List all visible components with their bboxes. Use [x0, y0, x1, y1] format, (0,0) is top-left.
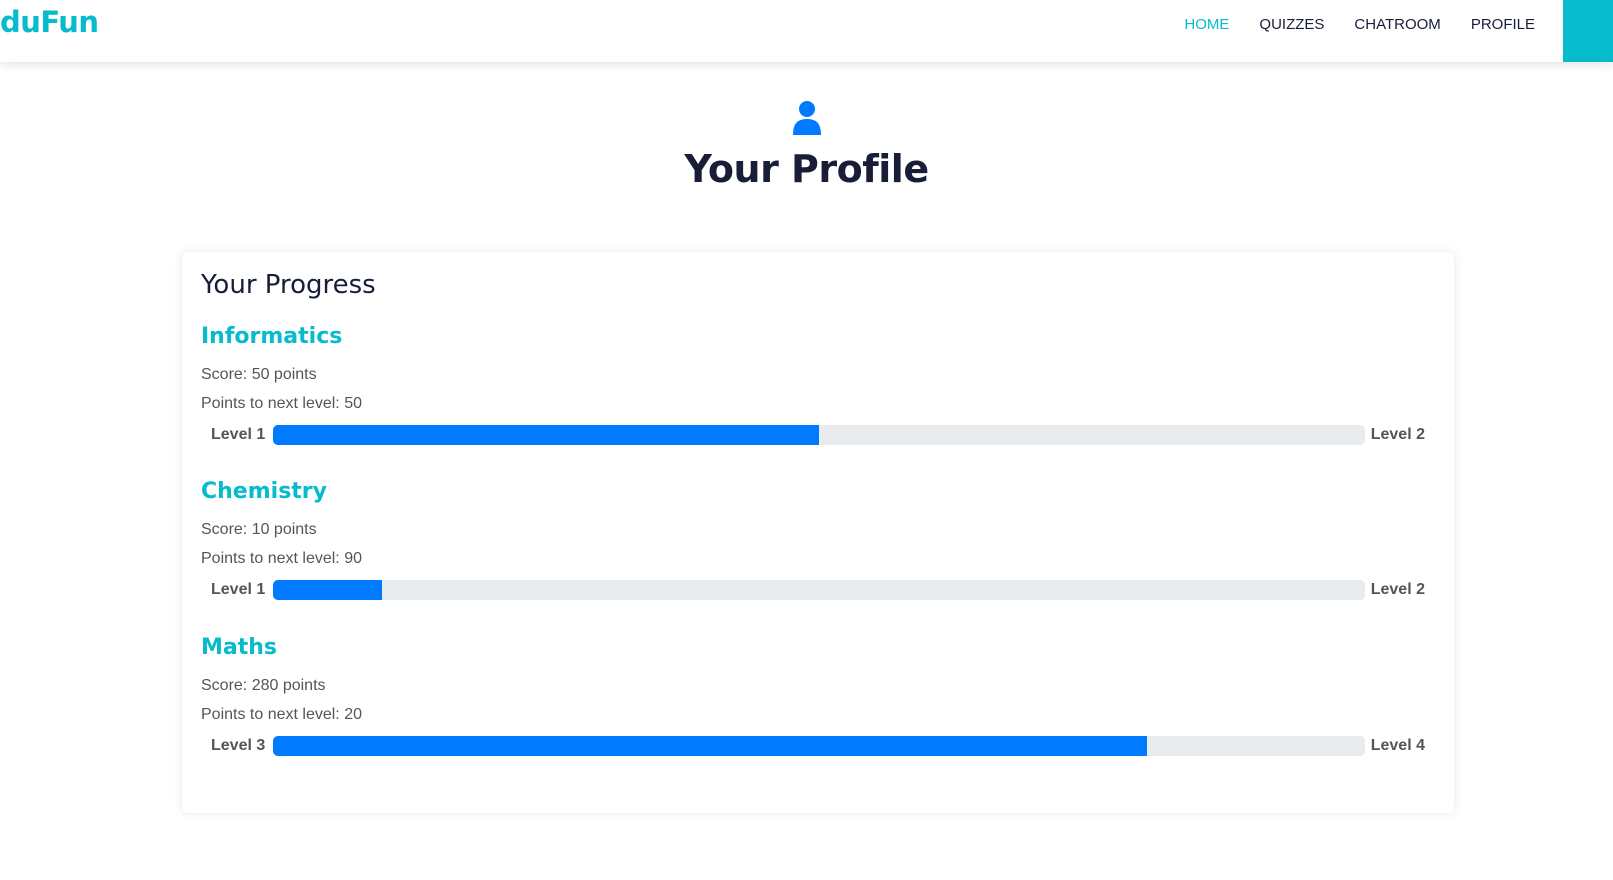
next-level-label: Level 2: [1370, 581, 1425, 598]
nav-home[interactable]: HOME: [1184, 16, 1229, 34]
progress-title: Your Progress: [201, 270, 376, 300]
nav-profile[interactable]: PROFILE: [1471, 16, 1535, 34]
current-level-label: Level 3: [211, 737, 266, 754]
user-icon: [792, 101, 821, 135]
level-progress: Level 3 Level 4: [201, 735, 1435, 759]
subject-score: Score: 280 points: [201, 677, 326, 694]
subject-score: Score: 10 points: [201, 521, 317, 538]
subject-chemistry: Chemistry Score: 10 points Points to nex…: [201, 477, 1435, 603]
nav-chatroom[interactable]: CHATROOM: [1354, 16, 1440, 34]
progress-card: Your Progress Informatics Score: 50 poin…: [182, 252, 1454, 813]
brand-logo[interactable]: duFun: [0, 5, 99, 39]
profile-header: Your Profile: [0, 100, 1613, 191]
progress-track: [273, 425, 1365, 445]
level-progress: Level 1 Level 2: [201, 579, 1435, 603]
subject-name: Maths: [201, 635, 278, 660]
current-level-label: Level 1: [211, 426, 266, 443]
subject-maths: Maths Score: 280 points Points to next l…: [201, 633, 1435, 759]
nav-quizzes[interactable]: QUIZZES: [1259, 16, 1324, 34]
next-level-label: Level 4: [1370, 737, 1425, 754]
next-level-label: Level 2: [1370, 426, 1425, 443]
top-navbar: duFun HOME QUIZZES CHATROOM PROFILE: [0, 0, 1613, 62]
progress-fill: [273, 736, 1147, 756]
subject-name: Informatics: [201, 324, 343, 349]
progress-fill: [273, 580, 383, 600]
subject-informatics: Informatics Score: 50 points Points to n…: [201, 322, 1435, 448]
level-progress: Level 1 Level 2: [201, 424, 1435, 448]
progress-track: [273, 736, 1365, 756]
page-title: Your Profile: [684, 147, 929, 191]
subject-name: Chemistry: [201, 479, 327, 504]
nav-links: HOME QUIZZES CHATROOM PROFILE: [1154, 16, 1535, 34]
current-level-label: Level 1: [211, 581, 266, 598]
points-to-next-level: Points to next level: 90: [201, 550, 362, 567]
points-to-next-level: Points to next level: 50: [201, 395, 362, 412]
subject-score: Score: 50 points: [201, 366, 317, 383]
progress-fill: [273, 425, 819, 445]
points-to-next-level: Points to next level: 20: [201, 706, 362, 723]
progress-track: [273, 580, 1365, 600]
nav-action-button[interactable]: [1563, 0, 1613, 62]
